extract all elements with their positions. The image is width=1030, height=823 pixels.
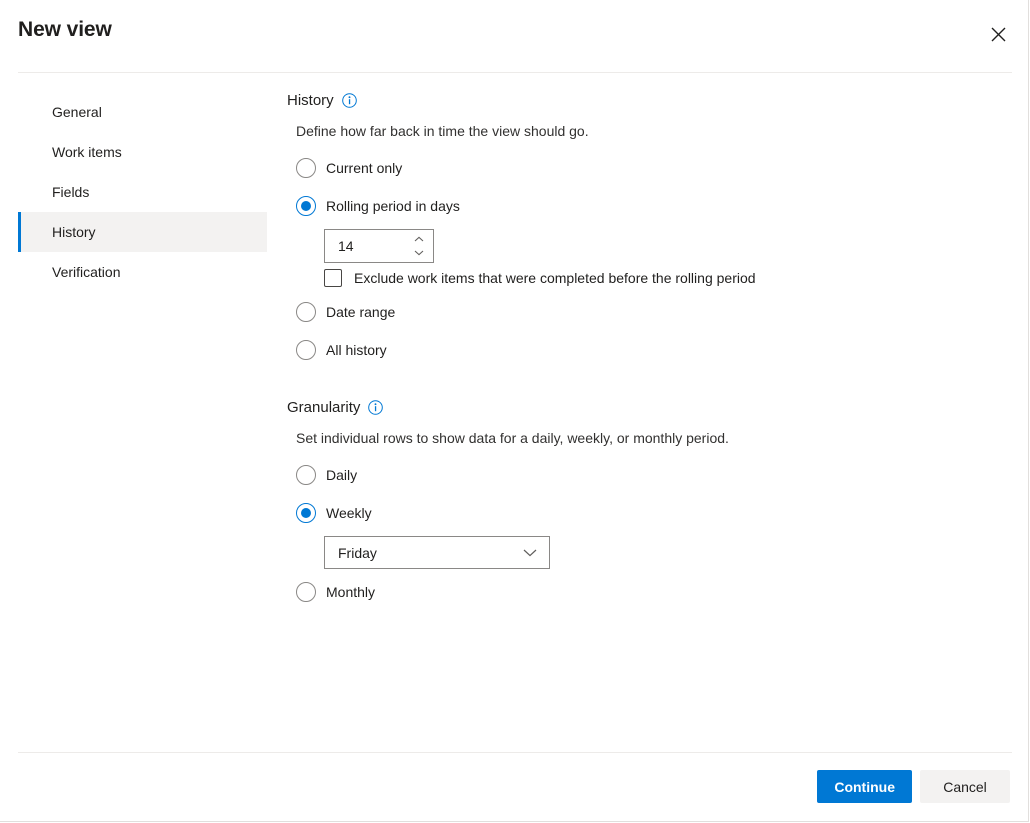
- sidebar-item-general[interactable]: General: [18, 92, 267, 132]
- granularity-section: Granularity Set individual rows to show …: [287, 399, 987, 607]
- info-icon[interactable]: [368, 400, 383, 415]
- sidebar-item-history[interactable]: History: [18, 212, 267, 252]
- chevron-down-icon: [414, 250, 424, 256]
- header-divider: [18, 72, 1012, 73]
- radio-indicator: [296, 196, 316, 216]
- info-icon[interactable]: [342, 93, 357, 108]
- sidebar-item-label: Work items: [52, 144, 122, 160]
- new-view-dialog: New view General Work items Fields Histo…: [0, 0, 1029, 822]
- radio-daily[interactable]: Daily: [296, 460, 987, 490]
- sidebar-item-label: Fields: [52, 184, 89, 200]
- radio-label: Date range: [326, 304, 395, 320]
- history-description: Define how far back in time the view sho…: [296, 123, 987, 139]
- granularity-description: Set individual rows to show data for a d…: [296, 430, 987, 446]
- sidebar-item-verification[interactable]: Verification: [18, 252, 267, 292]
- radio-indicator: [296, 340, 316, 360]
- radio-label: Current only: [326, 160, 402, 176]
- continue-button[interactable]: Continue: [817, 770, 912, 803]
- radio-weekly[interactable]: Weekly: [296, 498, 987, 528]
- radio-indicator: [296, 302, 316, 322]
- history-section-header: History: [287, 92, 987, 109]
- radio-monthly[interactable]: Monthly: [296, 577, 987, 607]
- radio-label: Rolling period in days: [326, 198, 460, 214]
- granularity-section-header: Granularity: [287, 399, 987, 416]
- stepper-buttons: [409, 230, 433, 262]
- page-title: New view: [18, 18, 112, 42]
- sidebar-item-label: Verification: [52, 264, 120, 280]
- close-icon: [991, 27, 1006, 42]
- radio-label: All history: [326, 342, 387, 358]
- radio-label: Weekly: [326, 505, 372, 521]
- stepper-decrement-button[interactable]: [412, 249, 426, 258]
- granularity-section-title: Granularity: [287, 399, 360, 416]
- sidebar-item-work-items[interactable]: Work items: [18, 132, 267, 172]
- cancel-button[interactable]: Cancel: [920, 770, 1010, 803]
- radio-label: Daily: [326, 467, 357, 483]
- checkbox-label: Exclude work items that were completed b…: [354, 270, 756, 286]
- checkbox-indicator: [324, 269, 342, 287]
- radio-indicator: [296, 465, 316, 485]
- radio-indicator: [296, 158, 316, 178]
- radio-current-only[interactable]: Current only: [296, 153, 987, 183]
- chevron-down-icon: [523, 549, 537, 557]
- dialog-header: New view: [0, 0, 1028, 72]
- radio-label: Monthly: [326, 584, 375, 600]
- rolling-days-stepper[interactable]: 14: [324, 229, 434, 263]
- dialog-sidebar: General Work items Fields History Verifi…: [18, 92, 267, 292]
- dialog-footer: Continue Cancel: [817, 770, 1010, 803]
- dialog-main-panel: History Define how far back in time the …: [287, 92, 987, 615]
- radio-rolling-period[interactable]: Rolling period in days: [296, 191, 987, 221]
- chevron-up-icon: [414, 236, 424, 242]
- stepper-increment-button[interactable]: [412, 235, 426, 244]
- radio-date-range[interactable]: Date range: [296, 297, 987, 327]
- close-button[interactable]: [982, 18, 1014, 50]
- exclude-completed-checkbox[interactable]: Exclude work items that were completed b…: [324, 269, 987, 287]
- weekday-dropdown-value: Friday: [338, 545, 377, 561]
- sidebar-item-fields[interactable]: Fields: [18, 172, 267, 212]
- weekday-dropdown[interactable]: Friday: [324, 536, 550, 569]
- radio-indicator: [296, 503, 316, 523]
- sidebar-item-label: History: [52, 224, 96, 240]
- rolling-days-input[interactable]: 14: [325, 230, 409, 262]
- sidebar-item-label: General: [52, 104, 102, 120]
- history-section-title: History: [287, 92, 334, 109]
- radio-indicator: [296, 582, 316, 602]
- footer-divider: [18, 752, 1012, 753]
- radio-all-history[interactable]: All history: [296, 335, 987, 365]
